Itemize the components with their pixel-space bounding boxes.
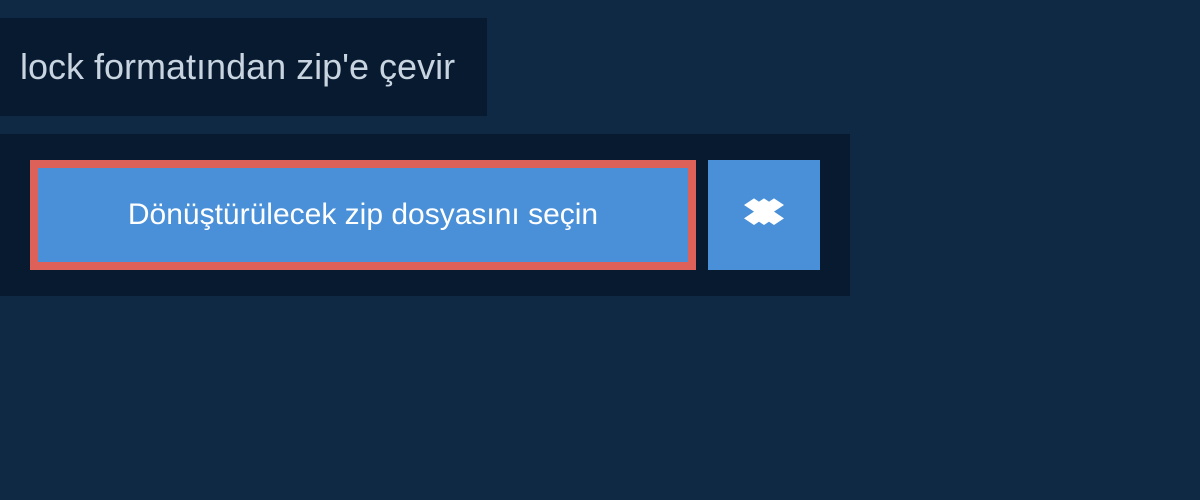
header-tab: lock formatından zip'e çevir	[0, 18, 487, 116]
dropbox-button[interactable]	[708, 160, 820, 270]
dropbox-icon	[744, 195, 784, 235]
select-file-label: Dönüştürülecek zip dosyasını seçin	[128, 198, 598, 232]
select-file-button[interactable]: Dönüştürülecek zip dosyasını seçin	[30, 160, 696, 270]
upload-panel: Dönüştürülecek zip dosyasını seçin	[0, 134, 850, 296]
page-title: lock formatından zip'e çevir	[20, 46, 455, 88]
